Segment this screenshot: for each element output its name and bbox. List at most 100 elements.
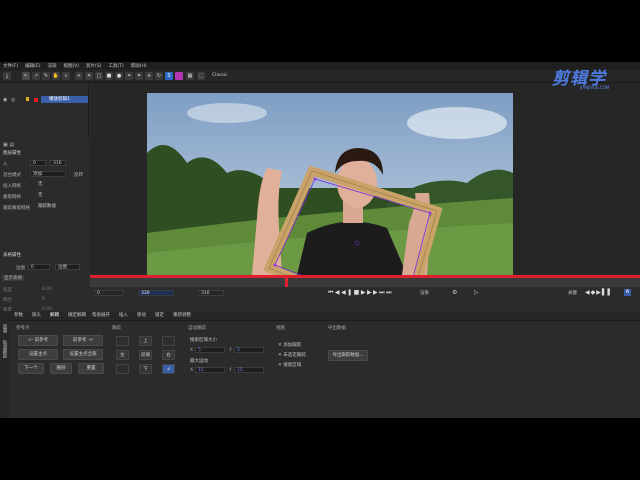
rect-tool-icon[interactable]: □ bbox=[95, 72, 103, 80]
select-tool-icon[interactable]: ↖ bbox=[22, 72, 30, 80]
tab-params[interactable]: 参数 bbox=[14, 311, 23, 320]
render-mode-label[interactable]: 渲染 bbox=[420, 290, 429, 296]
watermark-subtext: JIANJIXUE.COM bbox=[580, 85, 610, 90]
layer-tag-icon bbox=[26, 97, 29, 101]
frame-icon[interactable]: ⬚ bbox=[197, 72, 205, 80]
multi-select-icon[interactable]: ↗ bbox=[32, 72, 40, 80]
add-point-icon[interactable]: + bbox=[75, 72, 83, 80]
input-label: 入 bbox=[3, 162, 8, 167]
crosshair-icon[interactable]: ✛ bbox=[145, 72, 153, 80]
search-x-field[interactable]: 5 bbox=[195, 347, 225, 353]
zoom-icon[interactable]: ⌕ bbox=[62, 72, 70, 80]
dpad-corner-tl[interactable] bbox=[116, 336, 129, 346]
hand-icon[interactable]: ✋ bbox=[52, 72, 60, 80]
circle-icon[interactable]: ● bbox=[115, 72, 123, 80]
tab-lens[interactable]: 链头 bbox=[32, 311, 41, 320]
max-motion-label: 最大运动 bbox=[190, 359, 208, 364]
video-canvas[interactable] bbox=[147, 93, 513, 275]
max-y-field[interactable]: 15 bbox=[234, 367, 264, 373]
surface-row1-button[interactable]: 边图 bbox=[55, 264, 80, 270]
grid-icon[interactable]: ▦ bbox=[186, 72, 194, 80]
remove-point-icon[interactable]: ✕ bbox=[85, 72, 93, 80]
properties-header: 图层属性 bbox=[3, 151, 21, 156]
eye-icon[interactable]: ◉ bbox=[3, 97, 7, 103]
tab-lock[interactable]: 锁定 bbox=[155, 311, 164, 320]
delete-button[interactable]: 删除 bbox=[50, 363, 72, 374]
menu-file[interactable]: 文件(F) bbox=[3, 63, 18, 69]
link-icon[interactable]: ⚭ bbox=[125, 72, 133, 80]
search-y-field[interactable]: 5 bbox=[234, 347, 264, 353]
menu-bar: 文件(F) 编辑(E) 渲染 视图(V) 剪片(S) 工具(T) 帮助(H) bbox=[0, 62, 640, 70]
side-tab-mask[interactable]: 遮罩 bbox=[1, 324, 7, 333]
reset-button[interactable]: 重置 bbox=[78, 363, 104, 374]
watermark: 剪辑学 JIANJIXUE.COM bbox=[552, 64, 638, 94]
show-surface-button[interactable]: 显示表格 bbox=[2, 275, 24, 281]
s-toggle-icon[interactable]: S bbox=[165, 72, 173, 80]
next-ref-button[interactable]: 前参考 -> bbox=[63, 335, 103, 346]
lock-icon[interactable]: ◎ bbox=[11, 97, 15, 103]
reverse-label[interactable]: 反转 bbox=[74, 172, 83, 178]
layer-item[interactable]: 播放剪辑1 bbox=[41, 96, 88, 103]
timeline-end[interactable]: 316 bbox=[198, 290, 224, 296]
menu-render[interactable]: 渲染 bbox=[47, 63, 56, 69]
tab-confirm[interactable]: 确定解耦 bbox=[68, 311, 86, 320]
prev-ref-button[interactable]: <- 前参考 bbox=[18, 335, 58, 346]
fill-rect-icon[interactable]: ■ bbox=[105, 72, 113, 80]
menu-edit[interactable]: 编辑(E) bbox=[25, 63, 40, 69]
set-all-button[interactable]: 设置主点全部 bbox=[63, 349, 103, 360]
properties-tabs-icon[interactable]: ▣ ▤ bbox=[3, 142, 14, 148]
tab-move[interactable]: 移动 bbox=[137, 311, 146, 320]
dim1-value[interactable]: 0.00 bbox=[42, 287, 52, 292]
tab-decouple[interactable]: 解耦 bbox=[50, 311, 59, 320]
crop-icon[interactable]: ⌗ bbox=[135, 72, 143, 80]
dpad-corner-br-icon[interactable]: ↲ bbox=[162, 364, 175, 374]
surface-row1-field[interactable]: 0 bbox=[28, 264, 50, 270]
play-loop-icon[interactable]: ▷ bbox=[474, 289, 479, 296]
dpad-corner-bl[interactable] bbox=[116, 364, 129, 374]
dpad-down-button[interactable]: 下 bbox=[139, 364, 152, 374]
move-heading: 跟踪 bbox=[112, 326, 121, 331]
tracking-select[interactable]: 跟踪数值 bbox=[36, 204, 66, 210]
side-tab-track[interactable]: 轨道跟踪 bbox=[1, 340, 7, 358]
menu-clip[interactable]: 剪片(S) bbox=[86, 63, 101, 69]
settings-gear-icon[interactable]: ⚙ bbox=[452, 289, 457, 296]
dim2-value[interactable]: 0 bbox=[42, 297, 45, 302]
download-icon[interactable]: ⤓ bbox=[3, 72, 11, 80]
input-field[interactable]: 0 bbox=[30, 160, 46, 166]
dpad-corner-tr[interactable] bbox=[162, 336, 175, 346]
tab-insert[interactable]: 插入 bbox=[119, 311, 128, 320]
max-x-field[interactable]: 15 bbox=[195, 367, 225, 373]
menu-tools[interactable]: 工具(T) bbox=[108, 63, 123, 69]
timeline-start[interactable]: 0 bbox=[94, 290, 124, 296]
pen-icon[interactable]: ✎ bbox=[42, 72, 50, 80]
export-track-button[interactable]: 导出跟踪数据... bbox=[328, 350, 368, 361]
option-add-track[interactable]: ✕ 添加跟踪 bbox=[278, 342, 301, 348]
tab-help[interactable]: 帮助展开 bbox=[92, 311, 110, 320]
mask-select[interactable]: 无 bbox=[36, 193, 66, 199]
transport-controls-icon[interactable]: ⏮◀◀❚■▶▶▶⏭⏭ bbox=[328, 289, 393, 297]
side-tabs: 遮罩 轨道跟踪 bbox=[0, 320, 9, 418]
keyframe-nav-icon[interactable]: ◀◆▶▌▌ bbox=[585, 289, 613, 296]
set-main-button[interactable]: 设置主点 bbox=[18, 349, 58, 360]
dpad-up-button[interactable]: 上 bbox=[139, 336, 152, 346]
refresh-icon[interactable]: ↻ bbox=[155, 72, 163, 80]
insert-layer-select[interactable]: 无 bbox=[36, 182, 66, 188]
preset-select[interactable]: Classic bbox=[210, 73, 236, 79]
dpad-left-button[interactable]: 左 bbox=[116, 350, 129, 360]
option-unselected-track[interactable]: ✕ 未选定跟踪 bbox=[278, 352, 306, 358]
option-search-area[interactable]: ✕ 搜索区域 bbox=[278, 362, 301, 368]
dpad-center-button[interactable]: 前端 bbox=[139, 350, 152, 360]
menu-help[interactable]: 帮助(H) bbox=[131, 63, 147, 69]
playhead[interactable] bbox=[285, 278, 288, 287]
color-swatch-icon[interactable] bbox=[175, 72, 183, 80]
auto-key-icon[interactable]: A bbox=[624, 289, 631, 296]
output-field[interactable]: 316 bbox=[50, 160, 66, 166]
mix-mode-select[interactable]: 添加 bbox=[30, 171, 66, 177]
tab-readjust[interactable]: 重新调整 bbox=[173, 311, 191, 320]
next-button[interactable]: 下一个 bbox=[18, 363, 44, 374]
key-mode-label[interactable]: 关键 bbox=[568, 290, 577, 296]
timeline-current[interactable]: 330 bbox=[138, 290, 174, 296]
dpad-right-button[interactable]: 右 bbox=[162, 350, 175, 360]
bottom-tabs: 参数 链头 解耦 确定解耦 帮助展开 插入 移动 锁定 重新调整 bbox=[0, 311, 640, 321]
menu-view[interactable]: 视图(V) bbox=[63, 63, 79, 69]
